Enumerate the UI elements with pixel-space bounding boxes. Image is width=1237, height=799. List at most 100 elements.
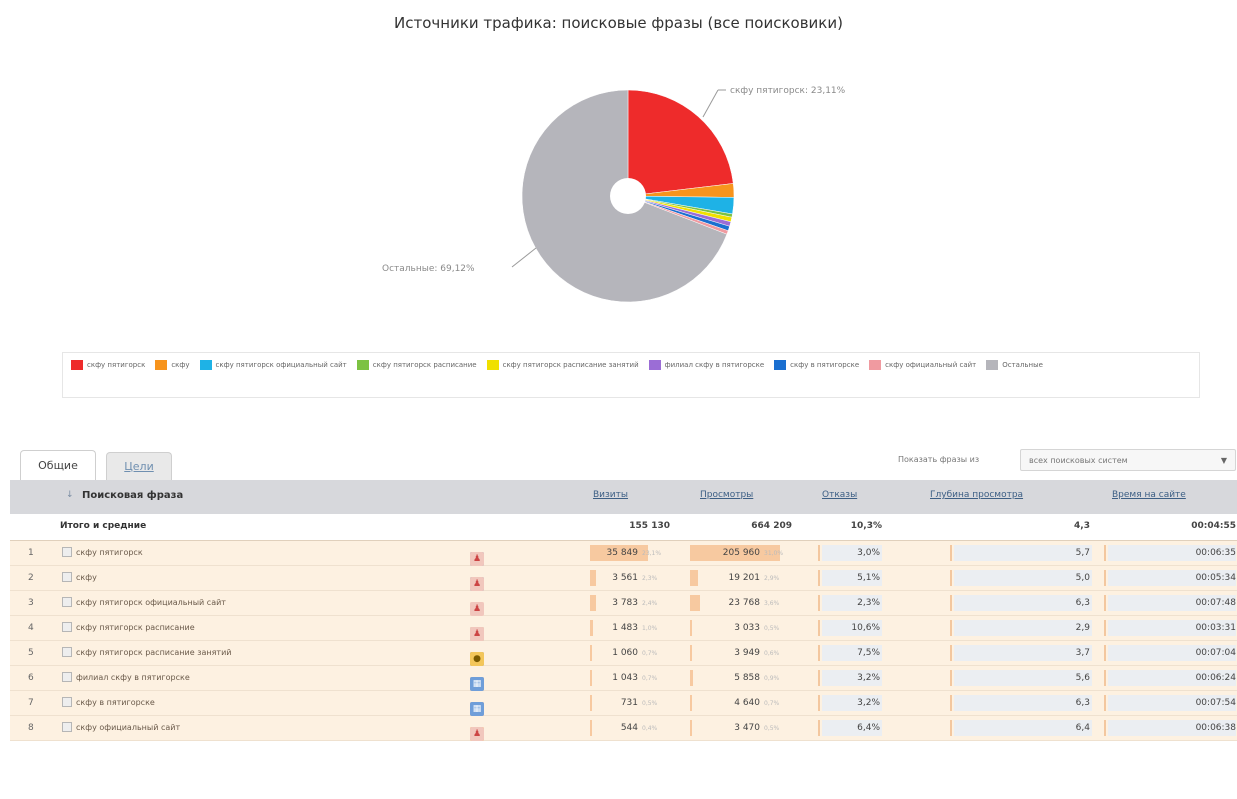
row-bounces: 3,2%: [857, 698, 880, 708]
row-depth: 3,7: [1075, 648, 1090, 658]
col-views[interactable]: Просмотры: [700, 490, 753, 500]
views-bar: [690, 645, 692, 661]
row-phrase[interactable]: скфу пятигорск: [76, 548, 143, 557]
row-checkbox[interactable]: [62, 622, 72, 632]
legend-item-8[interactable]: Остальные: [986, 358, 1043, 373]
visits-bar: [590, 620, 593, 636]
row-checkbox[interactable]: [62, 647, 72, 657]
row-checkbox[interactable]: [62, 547, 72, 557]
legend-item-4[interactable]: скфу пятигорск расписание занятий: [486, 358, 639, 373]
row-views-pct: 0,5%: [764, 725, 780, 732]
table-row[interactable]: 1скфу пятигорск♟✎♟▦♟35 84923,1%205 96031…: [10, 541, 1237, 566]
callout-left: Остальные: 69,12%: [382, 264, 475, 274]
row-views-pct: 0,6%: [764, 650, 780, 657]
col-phrase[interactable]: Поисковая фраза: [82, 490, 183, 501]
blue-engine-icon[interactable]: ▦: [470, 702, 484, 716]
legend-item-1[interactable]: скфу: [155, 358, 190, 373]
legend-item-3[interactable]: скфу пятигорск расписание: [356, 358, 477, 373]
bounces-bar: [818, 570, 820, 586]
col-bounces[interactable]: Отказы: [822, 490, 857, 500]
table-row[interactable]: 3скфу пятигорск официальный сайт♟♟✎⌂♟3 7…: [10, 591, 1237, 616]
row-depth: 6,4: [1075, 723, 1090, 733]
pie-slice-0[interactable]: [627, 89, 734, 197]
search-engine-select[interactable]: всех поисковых систем ▼: [1020, 449, 1236, 471]
row-visits: 731: [620, 698, 638, 708]
legend-swatch: [986, 360, 999, 370]
row-views: 4 640: [734, 698, 760, 708]
red-engine-icon[interactable]: ♟: [470, 627, 484, 641]
red-engine-icon[interactable]: ♟: [470, 602, 484, 616]
row-index: 8: [28, 723, 34, 733]
row-checkbox[interactable]: [62, 597, 72, 607]
row-views-pct: 0,7%: [764, 700, 780, 707]
table-row[interactable]: 8скфу официальный сайт♟♟✎●♟5440,4%3 4700…: [10, 716, 1237, 741]
row-visits-pct: 2,3%: [642, 575, 658, 582]
time-bar: [1104, 595, 1106, 611]
depth-bar: [950, 720, 952, 736]
row-views: 23 768: [728, 598, 761, 608]
col-depth[interactable]: Глубина просмотра: [930, 490, 1023, 500]
table-row[interactable]: 5скфу пятигорск расписание занятий♟♟✎▦●1…: [10, 641, 1237, 666]
row-time: 00:05:34: [1195, 573, 1236, 583]
row-checkbox[interactable]: [62, 722, 72, 732]
red-engine-icon[interactable]: ♟: [470, 577, 484, 591]
row-phrase[interactable]: скфу: [76, 573, 97, 582]
row-visits: 544: [620, 723, 638, 733]
phrases-table: ↓ Поисковая фраза Визиты Просмотры Отказ…: [10, 480, 1237, 741]
row-index: 6: [28, 673, 34, 683]
row-views-pct: 0,5%: [764, 625, 780, 632]
table-row[interactable]: 2скфу♟♟✎▦♟3 5612,3%19 2012,9%5,1%5,000:0…: [10, 566, 1237, 591]
bounces-bar: [818, 670, 820, 686]
row-phrase[interactable]: скфу пятигорск расписание занятий: [76, 648, 231, 657]
total-visits: 155 130: [629, 521, 670, 531]
depth-bar: [950, 645, 952, 661]
legend-swatch: [71, 360, 83, 370]
legend-label: Остальные: [1002, 361, 1043, 369]
row-checkbox[interactable]: [62, 672, 72, 682]
row-phrase[interactable]: скфу официальный сайт: [76, 723, 180, 732]
legend-item-5[interactable]: филиал скфу в пятигорске: [648, 358, 764, 373]
visits-bar: [590, 720, 592, 736]
red-engine-icon[interactable]: ♟: [470, 552, 484, 566]
time-bar: [1104, 620, 1106, 636]
row-time: 00:07:48: [1195, 598, 1236, 608]
table-row[interactable]: 6филиал скфу в пятигорске♟♟♟✎▦1 0430,7%5…: [10, 666, 1237, 691]
row-visits: 1 483: [612, 623, 638, 633]
row-depth: 6,3: [1075, 698, 1090, 708]
views-bar: [690, 695, 692, 711]
row-visits-pct: 0,4%: [642, 725, 658, 732]
total-views: 664 209: [751, 521, 792, 531]
tab-goals[interactable]: Цели: [106, 452, 172, 480]
legend-item-6[interactable]: скфу в пятигорске: [774, 358, 859, 373]
legend-item-2[interactable]: скфу пятигорск официальный сайт: [199, 358, 347, 373]
row-phrase[interactable]: скфу пятигорск официальный сайт: [76, 598, 226, 607]
legend-item-7[interactable]: скфу официальный сайт: [869, 358, 976, 373]
blue-engine-icon[interactable]: ▦: [470, 677, 484, 691]
tab-general[interactable]: Общие: [20, 450, 96, 480]
row-views: 3 033: [734, 623, 760, 633]
row-checkbox[interactable]: [62, 572, 72, 582]
totals-row: Итого и средние 155 130 664 209 10,3% 4,…: [10, 514, 1237, 541]
row-bounces: 3,2%: [857, 673, 880, 683]
table-row[interactable]: 4скфу пятигорск расписание♟♟▦✎♟1 4831,0%…: [10, 616, 1237, 641]
row-phrase[interactable]: филиал скфу в пятигорске: [76, 673, 190, 682]
visits-bar: [590, 695, 592, 711]
visits-bar: [590, 645, 592, 661]
legend-item-0[interactable]: скфу пятигорск: [71, 358, 145, 373]
legend-swatch: [155, 360, 168, 370]
col-visits[interactable]: Визиты: [593, 490, 628, 500]
row-visits-pct: 2,4%: [642, 600, 658, 607]
row-phrase[interactable]: скфу в пятигорске: [76, 698, 155, 707]
legend-label: скфу официальный сайт: [885, 361, 977, 369]
row-checkbox[interactable]: [62, 697, 72, 707]
depth-bar: [950, 570, 952, 586]
total-label: Итого и средние: [60, 521, 147, 531]
row-phrase[interactable]: скфу пятигорск расписание: [76, 623, 195, 632]
red-engine-icon[interactable]: ♟: [470, 727, 484, 741]
row-views: 19 201: [728, 573, 761, 583]
table-row[interactable]: 7скфу в пятигорске♟♟✎♟▦7310,5%4 6400,7%3…: [10, 691, 1237, 716]
row-time: 00:06:35: [1195, 548, 1236, 558]
bulb-engine-icon[interactable]: ●: [470, 652, 484, 666]
legend-swatch: [648, 360, 661, 370]
col-time[interactable]: Время на сайте: [1112, 490, 1186, 500]
